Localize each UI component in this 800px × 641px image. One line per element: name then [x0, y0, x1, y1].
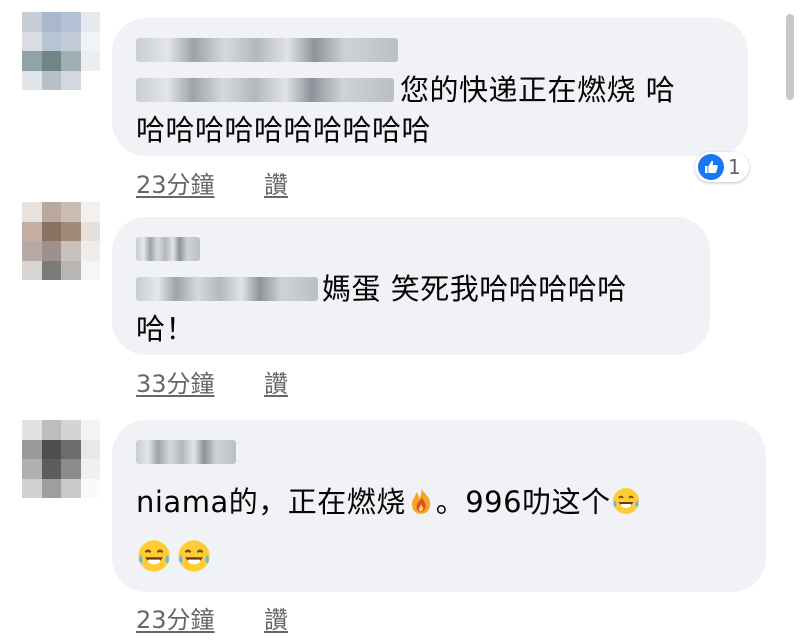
- like-link[interactable]: 讚: [264, 600, 288, 635]
- comment-text: 媽蛋 笑死我哈哈哈哈哈: [322, 272, 627, 306]
- comment-text-prefix: niama的，正在燃烧: [136, 485, 406, 519]
- comment-bubble: 媽蛋 笑死我哈哈哈哈哈 哈！: [112, 217, 710, 355]
- tagged-name-blurred: [136, 78, 394, 102]
- avatar[interactable]: [22, 12, 100, 90]
- comment-text: 哈哈哈哈哈哈哈哈哈哈: [136, 113, 432, 147]
- thumbs-up-icon: [698, 154, 724, 180]
- tears-of-joy-icon: [176, 538, 212, 574]
- comment-text: niama的，正在燃烧 。996叻这个: [136, 482, 641, 522]
- tagged-name-blurred: [136, 277, 318, 301]
- comment-text-middle: 。996叻这个: [435, 485, 611, 519]
- comment-emoji-line: [136, 538, 212, 580]
- reaction-badge[interactable]: 1: [695, 152, 749, 182]
- tears-of-joy-icon: [136, 538, 172, 574]
- tears-of-joy-icon: [611, 486, 641, 516]
- comment-time[interactable]: 23分鐘: [136, 165, 215, 200]
- reaction-count: 1: [728, 155, 741, 179]
- comment-text: 哈！: [136, 312, 196, 346]
- scrollbar-thumb[interactable]: [786, 14, 794, 100]
- like-link[interactable]: 讚: [264, 364, 288, 399]
- author-name-blurred[interactable]: [136, 440, 236, 464]
- avatar[interactable]: [22, 420, 100, 498]
- author-name-blurred[interactable]: [136, 237, 200, 261]
- comment-bubble: niama的，正在燃烧 。996叻这个: [112, 420, 766, 592]
- fire-icon: [406, 486, 436, 516]
- like-link[interactable]: 讚: [264, 165, 288, 200]
- author-name-blurred[interactable]: [136, 38, 398, 62]
- comment-bubble: 您的快递正在燃烧 哈 哈哈哈哈哈哈哈哈哈哈: [112, 18, 748, 156]
- comment-time[interactable]: 33分鐘: [136, 364, 215, 399]
- avatar[interactable]: [22, 202, 100, 280]
- comment-time[interactable]: 23分鐘: [136, 600, 215, 635]
- comment-text: 您的快递正在燃烧 哈: [400, 73, 676, 107]
